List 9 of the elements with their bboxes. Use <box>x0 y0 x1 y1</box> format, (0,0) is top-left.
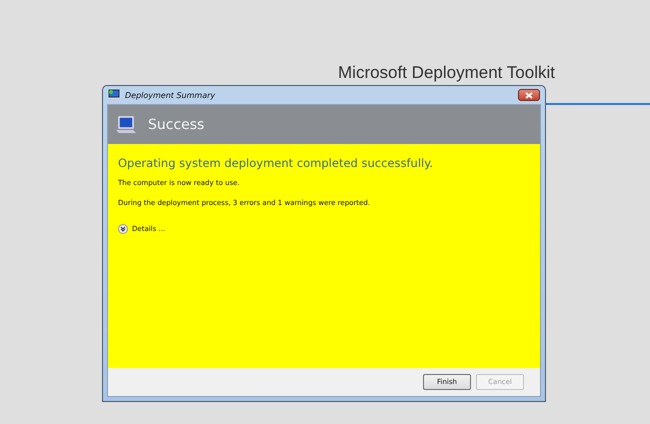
window-title: Deployment Summary <box>125 90 216 100</box>
expand-icon <box>118 224 128 234</box>
computer-icon <box>116 116 136 134</box>
app-title: Microsoft Deployment Toolkit <box>338 63 555 83</box>
close-icon <box>525 92 533 98</box>
computer-icon <box>108 88 121 102</box>
close-button[interactable] <box>518 89 540 101</box>
status-heading: Operating system deployment completed successfully. <box>118 156 434 170</box>
header-title: Success <box>148 116 204 132</box>
